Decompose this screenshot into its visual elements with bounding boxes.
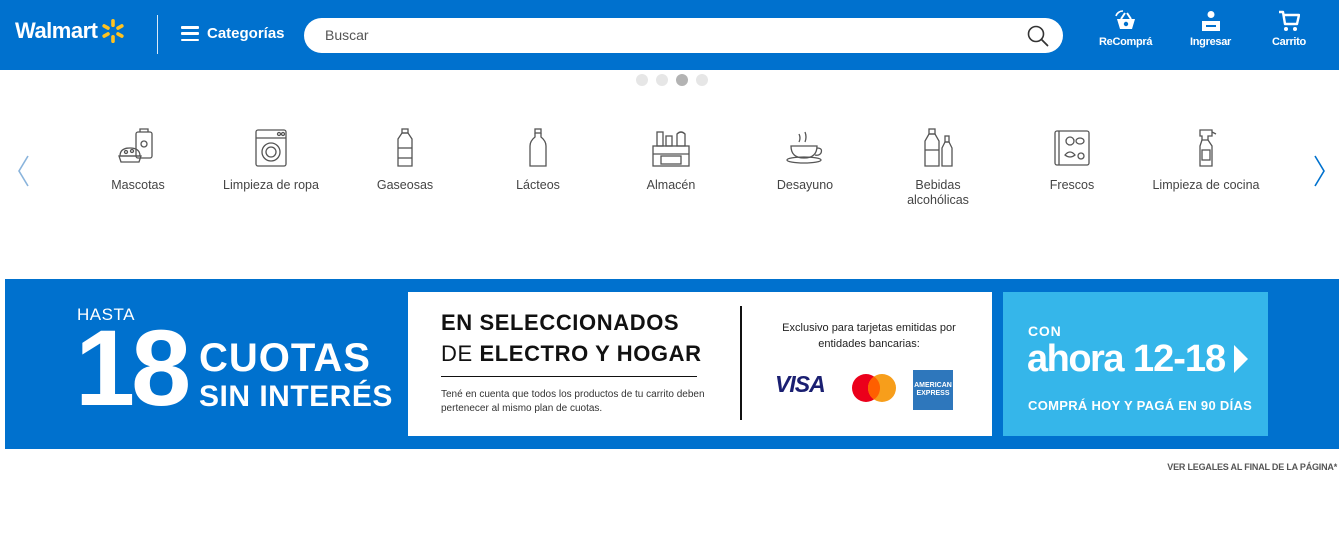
category-label: Frescos: [1049, 178, 1095, 192]
category-label: Limpieza de ropa: [223, 178, 319, 192]
amex-line2: EXPRESS: [916, 390, 949, 397]
category-limpieza-ropa[interactable]: Limpieza de ropa: [216, 126, 326, 193]
mastercard-logo-icon: [852, 374, 896, 402]
category-label: Lácteos: [516, 178, 560, 192]
search-input[interactable]: [325, 24, 1005, 46]
wine-bottles-icon: [924, 128, 953, 167]
header-divider: [157, 15, 158, 54]
promo-banner[interactable]: HASTA 18 CUOTAS SIN INTERÉS EN SELECCION…: [5, 279, 1339, 449]
category-label: Limpieza de cocina: [1152, 178, 1260, 192]
promo-conditions-box: EN SELECCIONADOS DE ELECTRO Y HOGAR Tené…: [408, 292, 992, 436]
visa-logo-icon: VISA: [775, 372, 826, 396]
underline-divider: [441, 376, 697, 377]
carousel-dots: [636, 74, 708, 86]
category-limpieza-cocina[interactable]: Limpieza de cocina: [1151, 126, 1261, 193]
categories-label: Categorías: [207, 25, 285, 42]
banner-number: 18: [75, 307, 191, 428]
vertical-divider: [740, 306, 742, 420]
walmart-logo[interactable]: Walmart: [15, 18, 126, 44]
category-label: Bebidas alcohólicas: [907, 178, 969, 207]
fridge-icon: [1054, 130, 1090, 166]
spray-bottle-icon: [1199, 129, 1217, 167]
recompra-label: ReComprá: [1099, 36, 1153, 48]
amex-line1: AMERICAN: [914, 382, 952, 389]
user-icon: [1201, 11, 1220, 31]
category-label: Almacén: [646, 178, 696, 192]
amex-logo-icon: AMERICAN EXPRESS: [913, 370, 953, 410]
compra-hoy-text: COMPRÁ HOY Y PAGÁ EN 90 DÍAS: [1028, 398, 1253, 413]
category-label: Desayuno: [776, 178, 834, 192]
ahora-12-18-box: CON ahora 12-18 COMPRÁ HOY Y PAGÁ EN 90 …: [1003, 292, 1268, 436]
chevron-right-icon[interactable]: [1313, 154, 1327, 188]
electro-hogar-text: DE ELECTRO Y HOGAR: [441, 339, 702, 369]
ahora-text: ahora: [1027, 338, 1124, 380]
category-bebidas-alcoholicas[interactable]: Bebidas alcohólicas: [883, 126, 993, 208]
chevron-left-icon[interactable]: [16, 154, 30, 188]
search-bar: [304, 18, 1063, 53]
category-desayuno[interactable]: Desayuno: [750, 126, 860, 193]
hamburger-icon: [181, 26, 199, 41]
carousel-dot[interactable]: [636, 74, 648, 86]
category-almacen[interactable]: Almacén: [616, 126, 726, 193]
spark-icon: [102, 19, 125, 43]
logo-text: Walmart: [15, 18, 98, 43]
coffee-cup-icon: [786, 131, 823, 164]
category-label: Gaseosas: [376, 178, 434, 192]
en-seleccionados-text: EN SELECCIONADOS: [441, 310, 680, 335]
category-label: Mascotas: [111, 178, 165, 192]
carousel-dot[interactable]: [656, 74, 668, 86]
legales-link[interactable]: VER LEGALES AL FINAL DE LA PÁGINA*: [1167, 462, 1337, 472]
washing-machine-icon: [255, 129, 287, 167]
site-header: Walmart Categorías Re: [0, 0, 1339, 70]
ingresar-button[interactable]: Ingresar: [1190, 10, 1231, 48]
category-carousel: Mascotas Limpieza de ropa Gaseosas Lácte…: [0, 126, 1339, 226]
con-text: CON: [1028, 323, 1062, 339]
play-arrow-icon: [1234, 345, 1249, 373]
milk-bottle-icon: [529, 128, 547, 167]
cart-icon: [1278, 10, 1300, 31]
recompra-button[interactable]: ReComprá: [1099, 10, 1153, 48]
carousel-dot[interactable]: [696, 74, 708, 86]
tene-en-cuenta-text: Tené en cuenta que todos los productos d…: [441, 389, 705, 414]
visa-text: VISA: [775, 372, 825, 396]
banner-cuotas: CUOTAS: [199, 336, 371, 380]
category-mascotas[interactable]: Mascotas: [83, 126, 193, 193]
carrito-label: Carrito: [1272, 36, 1306, 48]
category-lacteos[interactable]: Lácteos: [483, 126, 593, 193]
category-gaseosas[interactable]: Gaseosas: [350, 126, 460, 193]
pet-food-icon: [118, 128, 153, 163]
de-text: DE: [441, 341, 473, 366]
ingresar-label: Ingresar: [1190, 36, 1232, 48]
exclusivo-text: Exclusivo para tarjetas emitidas por ent…: [782, 322, 956, 350]
electro-hogar-bold: ELECTRO Y HOGAR: [479, 341, 702, 366]
ahora-numbers: 12-18: [1132, 338, 1226, 380]
soda-bottle-icon: [397, 128, 413, 167]
carrito-button[interactable]: Carrito: [1272, 10, 1306, 48]
search-icon[interactable]: [1027, 25, 1049, 47]
banner-sin-interes: SIN INTERÉS: [199, 380, 393, 413]
recompra-basket-icon: [1114, 10, 1135, 29]
categories-menu-button[interactable]: Categorías: [181, 25, 285, 42]
ahora-logo: ahora 12-18: [1027, 338, 1249, 380]
category-frescos[interactable]: Frescos: [1017, 126, 1127, 193]
pantry-icon: [652, 131, 690, 167]
carousel-dot-active[interactable]: [676, 74, 688, 86]
